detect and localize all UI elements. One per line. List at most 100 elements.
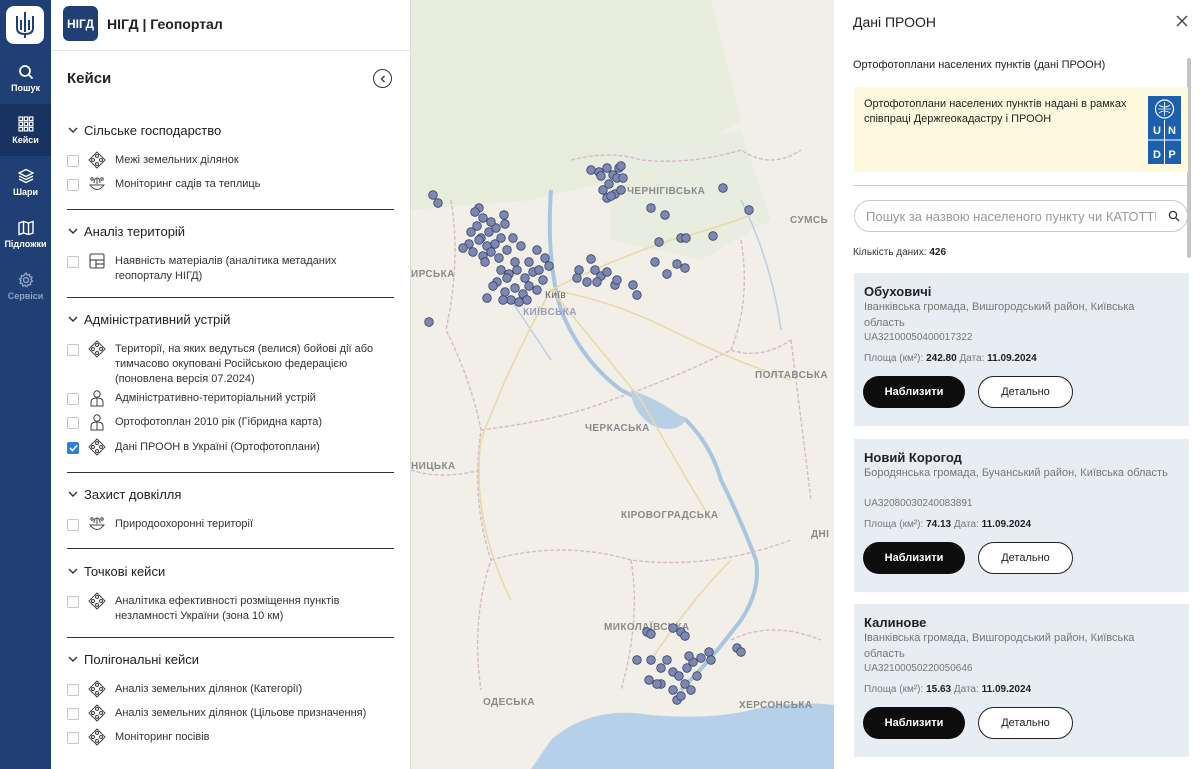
map-marker[interactable]: [510, 283, 520, 293]
map-marker[interactable]: [522, 295, 532, 305]
map-marker[interactable]: [498, 295, 508, 305]
zoom-button[interactable]: Наблизити: [863, 707, 965, 739]
group-environment[interactable]: Захист довкілля: [68, 487, 181, 502]
map-marker[interactable]: [644, 675, 654, 685]
checkbox[interactable]: [67, 155, 79, 167]
rail-layers[interactable]: Шари: [0, 156, 51, 208]
map-marker[interactable]: [632, 290, 642, 300]
map-marker[interactable]: [680, 631, 690, 641]
search-icon[interactable]: [1168, 210, 1180, 222]
map-marker[interactable]: [502, 245, 512, 255]
map-marker[interactable]: [706, 655, 716, 665]
case-item-protected-areas[interactable]: Природоохоронні території: [67, 517, 387, 534]
map-marker[interactable]: [598, 185, 608, 195]
map-marker[interactable]: [602, 267, 612, 277]
map-marker[interactable]: [616, 161, 626, 171]
case-item-land-parcels[interactable]: Межі земельних ділянок: [67, 151, 387, 170]
map-marker[interactable]: [532, 285, 542, 295]
checkbox[interactable]: [67, 179, 79, 191]
map-marker[interactable]: [684, 651, 694, 661]
map-marker[interactable]: [524, 257, 534, 267]
search-box[interactable]: [854, 200, 1188, 232]
map-marker[interactable]: [646, 203, 656, 213]
map-marker[interactable]: [474, 235, 484, 245]
map-marker[interactable]: [662, 655, 672, 665]
details-button[interactable]: Детально: [978, 542, 1073, 574]
map-marker[interactable]: [586, 254, 596, 264]
map-marker[interactable]: [488, 281, 498, 291]
map-marker[interactable]: [744, 205, 754, 215]
zoom-button[interactable]: Наблизити: [863, 542, 965, 574]
map-marker[interactable]: [486, 217, 496, 227]
map-marker[interactable]: [500, 219, 510, 229]
details-button[interactable]: Детально: [978, 707, 1073, 739]
zoom-button[interactable]: Наблизити: [863, 376, 965, 408]
group-territory-analysis[interactable]: Аналіз територій: [68, 224, 185, 239]
map-marker[interactable]: [628, 280, 638, 290]
map-marker[interactable]: [656, 663, 666, 673]
checkbox[interactable]: [67, 732, 79, 744]
rail-services[interactable]: Сервіси: [0, 260, 51, 312]
checkbox[interactable]: [67, 519, 79, 531]
map-marker[interactable]: [692, 671, 702, 681]
map-marker[interactable]: [500, 287, 510, 297]
group-agriculture[interactable]: Сільське господарство: [68, 123, 221, 138]
map-marker[interactable]: [544, 261, 554, 271]
map-marker[interactable]: [482, 293, 492, 303]
case-item-resilience-points[interactable]: Аналітика ефективності розміщення пункті…: [67, 592, 387, 624]
group-admin-structure[interactable]: Адміністративний устрій: [68, 312, 230, 327]
map-marker[interactable]: [618, 173, 628, 183]
map-marker[interactable]: [540, 253, 550, 263]
map-marker[interactable]: [458, 243, 468, 253]
map-marker[interactable]: [524, 281, 534, 291]
map-marker[interactable]: [736, 647, 746, 657]
markers-layer[interactable]: [411, 0, 834, 769]
checkbox[interactable]: [67, 684, 79, 696]
map-marker[interactable]: [512, 265, 522, 275]
map-marker[interactable]: [646, 629, 656, 639]
map-marker[interactable]: [490, 239, 500, 249]
checkbox[interactable]: [67, 596, 79, 608]
checkbox[interactable]: [67, 393, 79, 405]
checkbox[interactable]: [67, 708, 79, 720]
rail-cases[interactable]: Кейси: [0, 104, 51, 156]
case-item-land-purpose[interactable]: Аналіз земельних ділянок (Цільове призна…: [67, 704, 387, 723]
case-item-undp-data[interactable]: Дані ПРООН в Україні (Ортофотоплани): [67, 438, 387, 457]
map-marker[interactable]: [696, 653, 706, 663]
case-item-combat-territories[interactable]: Території, на яких ведуться (велися) бой…: [67, 340, 387, 387]
map-marker[interactable]: [470, 207, 480, 217]
map-marker[interactable]: [534, 265, 544, 275]
map-marker[interactable]: [506, 295, 516, 305]
map-marker[interactable]: [632, 655, 642, 665]
case-item-orthophoto-2010[interactable]: Ортофотоплан 2010 рік (Гібридна карта): [67, 414, 387, 432]
group-point-cases[interactable]: Точкові кейси: [68, 564, 165, 579]
rail-search[interactable]: Пошук: [0, 52, 51, 104]
checkbox[interactable]: [67, 344, 79, 356]
map-marker[interactable]: [514, 297, 524, 307]
map-marker[interactable]: [592, 277, 602, 287]
map-marker[interactable]: [499, 210, 509, 220]
map-marker[interactable]: [708, 231, 718, 241]
map-marker[interactable]: [572, 273, 582, 283]
coat-of-arms-logo[interactable]: [6, 6, 44, 44]
map-marker[interactable]: [516, 241, 526, 251]
map-marker[interactable]: [718, 183, 728, 193]
map-marker[interactable]: [668, 685, 678, 695]
map-marker[interactable]: [496, 265, 506, 275]
map-marker[interactable]: [606, 191, 616, 201]
checkbox[interactable]: [67, 417, 79, 429]
map-marker[interactable]: [686, 685, 696, 695]
case-item-materials[interactable]: Наявність матеріалів (аналітика метадани…: [67, 253, 387, 284]
map-marker[interactable]: [478, 213, 488, 223]
search-input[interactable]: [866, 207, 1156, 225]
map-marker[interactable]: [433, 198, 443, 208]
map-marker[interactable]: [582, 277, 592, 287]
map-marker[interactable]: [532, 245, 542, 255]
map-marker[interactable]: [486, 247, 496, 257]
case-item-crop-monitoring[interactable]: Моніторинг посівів: [67, 728, 387, 747]
map-marker[interactable]: [612, 275, 622, 285]
map-marker[interactable]: [704, 647, 714, 657]
brand[interactable]: НІГД НІГД | Геопортал: [63, 6, 223, 41]
map-marker[interactable]: [480, 257, 490, 267]
map-marker[interactable]: [502, 273, 512, 283]
